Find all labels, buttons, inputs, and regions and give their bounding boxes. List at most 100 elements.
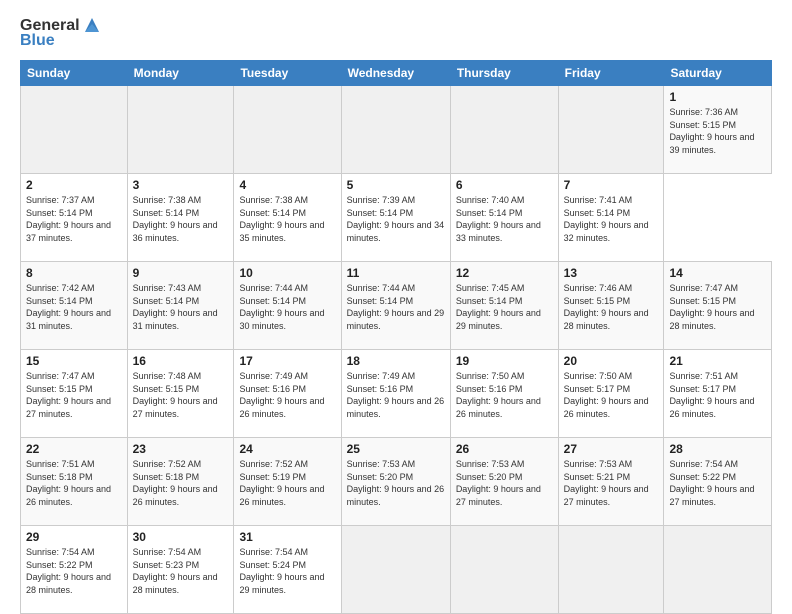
calendar-week-2: 8 Sunrise: 7:42 AMSunset: 5:14 PMDaylight… — [21, 262, 772, 350]
day-content: Sunrise: 7:36 AMSunset: 5:15 PMDaylight:… — [669, 106, 766, 156]
calendar-cell: 8 Sunrise: 7:42 AMSunset: 5:14 PMDaylight… — [21, 262, 128, 350]
day-number: 15 — [26, 354, 122, 368]
day-number: 23 — [133, 442, 229, 456]
calendar-cell: 14 Sunrise: 7:47 AMSunset: 5:15 PMDayligh… — [664, 262, 772, 350]
calendar-week-3: 15 Sunrise: 7:47 AMSunset: 5:15 PMDayligh… — [21, 350, 772, 438]
calendar-cell: 29Sunrise: 7:54 AMSunset: 5:22 PMDayligh… — [21, 526, 128, 614]
calendar-cell: 26 Sunrise: 7:53 AMSunset: 5:20 PMDayligh… — [450, 438, 558, 526]
day-number: 21 — [669, 354, 766, 368]
calendar-cell: 11 Sunrise: 7:44 AMSunset: 5:14 PMDayligh… — [341, 262, 450, 350]
calendar-cell: 21 Sunrise: 7:51 AMSunset: 5:17 PMDayligh… — [664, 350, 772, 438]
calendar-cell: 4 Sunrise: 7:38 AMSunset: 5:14 PMDaylight… — [234, 174, 341, 262]
calendar-cell — [341, 86, 450, 174]
page: General Blue SundayMondayTuesdayWednesda… — [0, 0, 792, 612]
day-number: 11 — [347, 266, 445, 280]
calendar-cell — [21, 86, 128, 174]
day-content: Sunrise: 7:46 AMSunset: 5:15 PMDaylight:… — [564, 282, 659, 332]
day-number: 2 — [26, 178, 122, 192]
day-number: 4 — [239, 178, 335, 192]
calendar-header-tuesday: Tuesday — [234, 61, 341, 86]
calendar-header-sunday: Sunday — [21, 61, 128, 86]
day-number: 30 — [133, 530, 229, 544]
calendar-cell: 9 Sunrise: 7:43 AMSunset: 5:14 PMDaylight… — [127, 262, 234, 350]
calendar-header-friday: Friday — [558, 61, 664, 86]
calendar-cell — [664, 526, 772, 614]
calendar-cell: 25Sunrise: 7:53 AMSunset: 5:20 PMDayligh… — [341, 438, 450, 526]
day-content: Sunrise: 7:38 AMSunset: 5:14 PMDaylight:… — [239, 194, 335, 244]
calendar-cell — [127, 86, 234, 174]
day-number: 27 — [564, 442, 659, 456]
day-content: Sunrise: 7:44 AMSunset: 5:14 PMDaylight:… — [239, 282, 335, 332]
day-content: Sunrise: 7:48 AMSunset: 5:15 PMDaylight:… — [133, 370, 229, 420]
day-number: 31 — [239, 530, 335, 544]
day-content: Sunrise: 7:53 AMSunset: 5:20 PMDaylight:… — [456, 458, 553, 508]
calendar-header-monday: Monday — [127, 61, 234, 86]
calendar-cell — [234, 86, 341, 174]
calendar-header-saturday: Saturday — [664, 61, 772, 86]
calendar-cell: 7Sunrise: 7:41 AMSunset: 5:14 PMDaylight… — [558, 174, 664, 262]
calendar-cell: 12Sunrise: 7:45 AMSunset: 5:14 PMDayligh… — [450, 262, 558, 350]
day-number: 5 — [347, 178, 445, 192]
logo: General Blue — [20, 16, 103, 50]
calendar-cell: 16 Sunrise: 7:48 AMSunset: 5:15 PMDayligh… — [127, 350, 234, 438]
day-number: 28 — [669, 442, 766, 456]
calendar-cell: 17 Sunrise: 7:49 AMSunset: 5:16 PMDayligh… — [234, 350, 341, 438]
calendar-cell: 31Sunrise: 7:54 AMSunset: 5:24 PMDayligh… — [234, 526, 341, 614]
day-content: Sunrise: 7:44 AMSunset: 5:14 PMDaylight:… — [347, 282, 445, 332]
day-content: Sunrise: 7:42 AMSunset: 5:14 PMDaylight:… — [26, 282, 122, 332]
calendar-cell — [450, 526, 558, 614]
calendar-cell: 1Sunrise: 7:36 AMSunset: 5:15 PMDaylight… — [664, 86, 772, 174]
calendar-cell: 23Sunrise: 7:52 AMSunset: 5:18 PMDayligh… — [127, 438, 234, 526]
calendar-week-5: 29Sunrise: 7:54 AMSunset: 5:22 PMDayligh… — [21, 526, 772, 614]
calendar-cell: 3Sunrise: 7:38 AMSunset: 5:14 PMDaylight… — [127, 174, 234, 262]
day-content: Sunrise: 7:45 AMSunset: 5:14 PMDaylight:… — [456, 282, 553, 332]
calendar-cell: 2Sunrise: 7:37 AMSunset: 5:14 PMDaylight… — [21, 174, 128, 262]
day-content: Sunrise: 7:43 AMSunset: 5:14 PMDaylight:… — [133, 282, 229, 332]
day-number: 3 — [133, 178, 229, 192]
logo-blue: Blue — [20, 32, 55, 50]
day-number: 18 — [347, 354, 445, 368]
day-number: 9 — [133, 266, 229, 280]
day-number: 8 — [26, 266, 122, 280]
day-number: 22 — [26, 442, 122, 456]
calendar-cell: 27 Sunrise: 7:53 AMSunset: 5:21 PMDayligh… — [558, 438, 664, 526]
day-content: Sunrise: 7:54 AMSunset: 5:22 PMDaylight:… — [26, 546, 122, 596]
calendar-week-1: 2Sunrise: 7:37 AMSunset: 5:14 PMDaylight… — [21, 174, 772, 262]
day-number: 24 — [239, 442, 335, 456]
calendar-cell: 13 Sunrise: 7:46 AMSunset: 5:15 PMDayligh… — [558, 262, 664, 350]
day-content: Sunrise: 7:49 AMSunset: 5:16 PMDaylight:… — [239, 370, 335, 420]
calendar-header-thursday: Thursday — [450, 61, 558, 86]
calendar-week-4: 22Sunrise: 7:51 AMSunset: 5:18 PMDayligh… — [21, 438, 772, 526]
calendar-header-row: SundayMondayTuesdayWednesdayThursdayFrid… — [21, 61, 772, 86]
day-content: Sunrise: 7:53 AMSunset: 5:21 PMDaylight:… — [564, 458, 659, 508]
day-number: 17 — [239, 354, 335, 368]
calendar-cell: 10 Sunrise: 7:44 AMSunset: 5:14 PMDayligh… — [234, 262, 341, 350]
day-content: Sunrise: 7:50 AMSunset: 5:17 PMDaylight:… — [564, 370, 659, 420]
day-content: Sunrise: 7:54 AMSunset: 5:22 PMDaylight:… — [669, 458, 766, 508]
calendar-cell — [558, 526, 664, 614]
calendar-cell — [341, 526, 450, 614]
calendar-cell: 19Sunrise: 7:50 AMSunset: 5:16 PMDayligh… — [450, 350, 558, 438]
day-number: 26 — [456, 442, 553, 456]
calendar-cell: 5 Sunrise: 7:39 AMSunset: 5:14 PMDaylight… — [341, 174, 450, 262]
day-number: 13 — [564, 266, 659, 280]
calendar-cell: 18Sunrise: 7:49 AMSunset: 5:16 PMDayligh… — [341, 350, 450, 438]
day-content: Sunrise: 7:51 AMSunset: 5:17 PMDaylight:… — [669, 370, 766, 420]
calendar-table: SundayMondayTuesdayWednesdayThursdayFrid… — [20, 60, 772, 614]
calendar-week-0: 1Sunrise: 7:36 AMSunset: 5:15 PMDaylight… — [21, 86, 772, 174]
day-number: 10 — [239, 266, 335, 280]
day-content: Sunrise: 7:40 AMSunset: 5:14 PMDaylight:… — [456, 194, 553, 244]
day-content: Sunrise: 7:41 AMSunset: 5:14 PMDaylight:… — [564, 194, 659, 244]
day-content: Sunrise: 7:52 AMSunset: 5:19 PMDaylight:… — [239, 458, 335, 508]
calendar-cell: 20 Sunrise: 7:50 AMSunset: 5:17 PMDayligh… — [558, 350, 664, 438]
calendar-cell: 22Sunrise: 7:51 AMSunset: 5:18 PMDayligh… — [21, 438, 128, 526]
day-number: 20 — [564, 354, 659, 368]
day-content: Sunrise: 7:47 AMSunset: 5:15 PMDaylight:… — [26, 370, 122, 420]
day-number: 16 — [133, 354, 229, 368]
calendar-cell: 24 Sunrise: 7:52 AMSunset: 5:19 PMDayligh… — [234, 438, 341, 526]
day-number: 19 — [456, 354, 553, 368]
day-content: Sunrise: 7:47 AMSunset: 5:15 PMDaylight:… — [669, 282, 766, 332]
day-number: 14 — [669, 266, 766, 280]
day-content: Sunrise: 7:39 AMSunset: 5:14 PMDaylight:… — [347, 194, 445, 244]
header: General Blue — [20, 16, 772, 50]
